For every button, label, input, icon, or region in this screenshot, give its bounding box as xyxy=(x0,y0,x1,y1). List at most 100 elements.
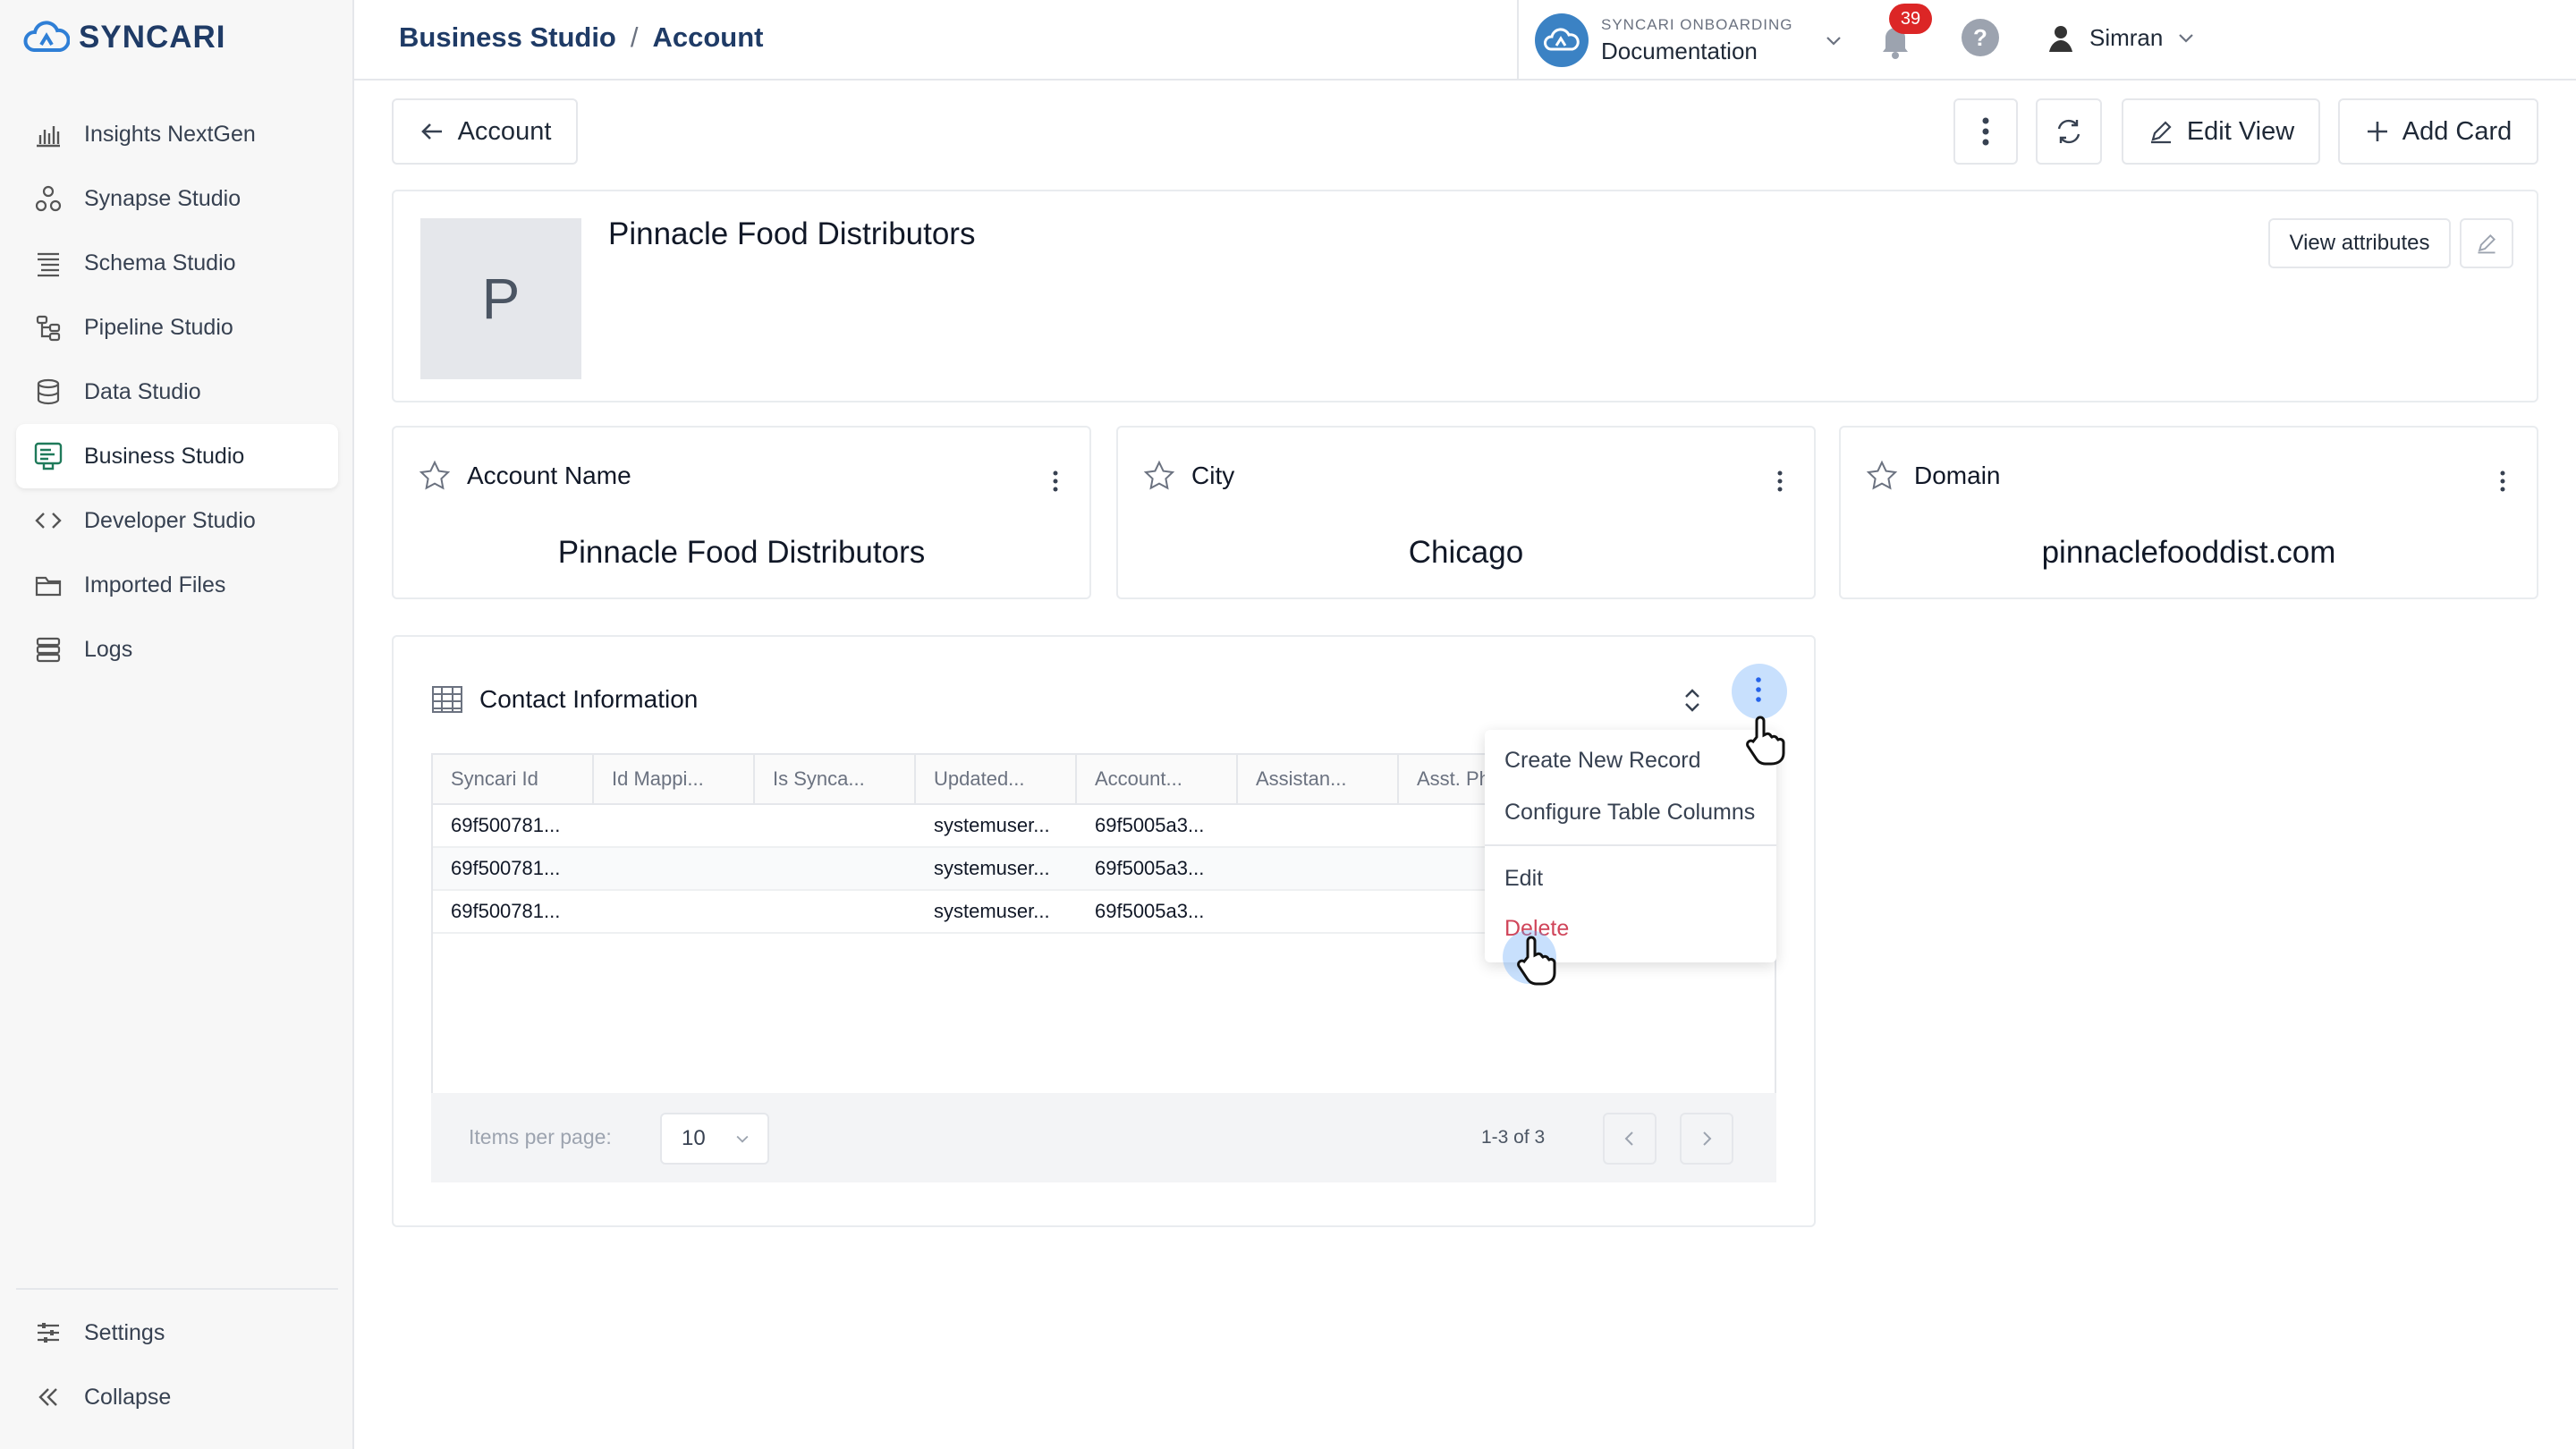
attribute-value: Pinnacle Food Distributors xyxy=(557,535,926,570)
folder-icon xyxy=(32,569,64,601)
attribute-label: City xyxy=(1191,462,1235,489)
syncari-logo[interactable]: SYNCARI xyxy=(23,20,226,55)
sidebar-item-business-studio[interactable]: Business Studio xyxy=(16,424,338,488)
menu-item-edit[interactable]: Edit xyxy=(1504,866,1543,892)
star-icon[interactable] xyxy=(1866,460,1898,492)
chevron-down-icon xyxy=(733,1130,751,1148)
chevron-down-icon xyxy=(2175,27,2197,48)
table-cell: systemuser... xyxy=(934,814,1050,836)
sidebar-item-synapse-studio[interactable]: Synapse Studio xyxy=(16,166,338,231)
svg-text:?: ? xyxy=(1973,24,1987,51)
kebab-icon[interactable] xyxy=(1776,470,1784,492)
add-card-label: Add Card xyxy=(2402,116,2512,146)
table-cell xyxy=(755,805,916,846)
column-header[interactable]: Is Synca... xyxy=(755,755,916,803)
chevron-left-icon xyxy=(1621,1130,1639,1148)
refresh-button[interactable] xyxy=(2036,98,2102,165)
pipeline-icon xyxy=(32,311,64,343)
table-menu-kebab-icon[interactable] xyxy=(1755,676,1762,703)
attribute-card-header: Account Name xyxy=(419,460,631,492)
user-menu[interactable]: Simran xyxy=(2045,18,2197,57)
plus-icon xyxy=(2365,119,2390,144)
items-per-page-label: Items per page: xyxy=(469,1125,612,1148)
top-bar: Business Studio / Account xyxy=(354,0,2576,80)
attribute-label: Account Name xyxy=(467,462,631,489)
pencil-icon xyxy=(2475,232,2498,255)
table-card-header: Contact Information xyxy=(431,685,698,714)
table-pagination: Items per page: 10 1-3 of 3 xyxy=(431,1093,1776,1182)
sidebar-nav: Insights NextGen Synapse Studio Schema S… xyxy=(16,102,338,682)
sidebar-item-developer-studio[interactable]: Developer Studio xyxy=(16,488,338,553)
star-icon[interactable] xyxy=(1143,460,1175,492)
synapse-icon xyxy=(32,182,64,215)
logs-icon xyxy=(32,633,64,665)
sidebar-item-imported-files[interactable]: Imported Files xyxy=(16,553,338,617)
table-title: Contact Information xyxy=(479,685,699,713)
back-button[interactable]: Account xyxy=(392,98,578,165)
items-per-page-value: 10 xyxy=(682,1126,706,1150)
column-header[interactable]: Updated... xyxy=(916,755,1077,803)
sidebar-collapse-button[interactable]: Collapse xyxy=(16,1365,338,1429)
add-card-button[interactable]: Add Card xyxy=(2338,98,2538,165)
table-cell xyxy=(755,848,916,889)
sidebar-item-label: Settings xyxy=(84,1319,165,1345)
code-icon xyxy=(32,504,64,537)
sidebar-item-insights-nextgen[interactable]: Insights NextGen xyxy=(16,102,338,166)
sidebar-item-settings[interactable]: Settings xyxy=(16,1301,338,1365)
org-label: SYNCARI ONBOARDING xyxy=(1601,15,1793,33)
column-header[interactable]: Syncari Id xyxy=(433,755,594,803)
menu-divider xyxy=(1485,844,1776,846)
table-cell: systemuser... xyxy=(934,900,1050,922)
menu-item-configure-table-columns[interactable]: Configure Table Columns xyxy=(1504,800,1755,826)
avatar xyxy=(2045,21,2077,54)
sidebar-footer: Settings Collapse xyxy=(16,1288,338,1429)
sidebar-item-logs[interactable]: Logs xyxy=(16,617,338,682)
column-header[interactable]: Id Mappi... xyxy=(594,755,755,803)
bar-chart-icon xyxy=(32,118,64,150)
cloud-logo-icon xyxy=(1535,13,1589,67)
breadcrumb-business-studio[interactable]: Business Studio xyxy=(399,21,616,54)
sidebar-item-label: Imported Files xyxy=(84,572,226,597)
sidebar-item-label: Business Studio xyxy=(84,443,245,469)
sidebar-item-label: Data Studio xyxy=(84,378,201,404)
column-header[interactable]: Account... xyxy=(1077,755,1238,803)
items-per-page-select[interactable]: 10 xyxy=(660,1113,769,1165)
next-page-button[interactable] xyxy=(1680,1113,1733,1165)
table-icon xyxy=(431,685,463,714)
previous-page-button[interactable] xyxy=(1603,1113,1657,1165)
sidebar-item-label: Insights NextGen xyxy=(84,121,256,147)
help-icon: ? xyxy=(1961,18,2000,57)
menu-item-create-new-record[interactable]: Create New Record xyxy=(1504,748,1701,774)
pencil-icon xyxy=(2148,118,2174,145)
expand-collapse-icon[interactable] xyxy=(1682,687,1703,714)
breadcrumb: Business Studio / Account xyxy=(399,21,764,54)
table-cell: 69f500781... xyxy=(451,900,561,922)
table-cell: 69f5005a3... xyxy=(1095,857,1205,879)
view-attributes-button[interactable]: View attributes xyxy=(2268,218,2451,268)
double-chevron-left-icon xyxy=(32,1381,64,1413)
attribute-label: Domain xyxy=(1914,462,2001,489)
sidebar-item-data-studio[interactable]: Data Studio xyxy=(16,360,338,424)
schema-icon xyxy=(32,247,64,279)
star-icon[interactable] xyxy=(419,460,451,492)
table-cell: 69f500781... xyxy=(451,814,561,836)
chevron-right-icon xyxy=(1698,1130,1716,1148)
help-button[interactable]: ? xyxy=(1961,18,2000,62)
sidebar: SYNCARI Insights NextGen Synapse Studio … xyxy=(0,0,354,1449)
table-cell: 69f5005a3... xyxy=(1095,900,1205,922)
table-cell xyxy=(1238,848,1399,889)
edit-record-button[interactable] xyxy=(2460,218,2513,268)
hand-pointer-cursor-icon xyxy=(1515,936,1556,986)
refresh-icon xyxy=(2054,116,2084,147)
attribute-card-account-name: Account Name Pinnacle Food Distributors xyxy=(392,426,1091,599)
sidebar-item-schema-studio[interactable]: Schema Studio xyxy=(16,231,338,295)
kebab-icon[interactable] xyxy=(2499,470,2506,492)
org-switcher[interactable]: SYNCARI ONBOARDING Documentation xyxy=(1517,0,1875,80)
more-actions-button[interactable] xyxy=(1953,98,2018,165)
column-header[interactable]: Assistan... xyxy=(1238,755,1399,803)
kebab-icon[interactable] xyxy=(1052,470,1059,492)
edit-view-button[interactable]: Edit View xyxy=(2122,98,2320,165)
org-text: SYNCARI ONBOARDING Documentation xyxy=(1601,16,1792,65)
user-name: Simran xyxy=(2089,23,2164,51)
sidebar-item-pipeline-studio[interactable]: Pipeline Studio xyxy=(16,295,338,360)
